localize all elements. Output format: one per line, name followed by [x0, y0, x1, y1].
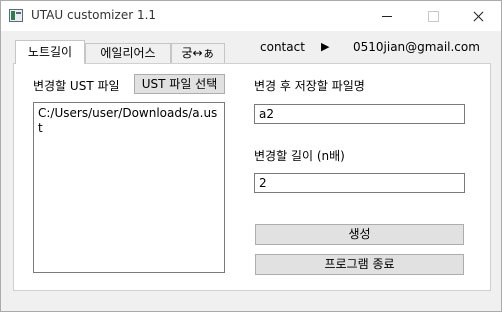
select-ust-button[interactable]: UST 파일 선택	[134, 74, 225, 94]
tab-alias[interactable]: 에일리어스	[85, 43, 171, 63]
maximize-icon[interactable]	[410, 1, 456, 31]
ust-path-textarea[interactable]: C:/Users/user/Downloads/a.ust	[33, 102, 225, 273]
generate-button[interactable]: 생성	[255, 224, 464, 245]
play-arrow-icon: ▶	[321, 40, 330, 53]
contact-email: 0510jian@gmail.com	[353, 40, 480, 54]
ust-file-label: 변경할 UST 파일	[33, 79, 120, 93]
window-title: UTAU customizer 1.1	[31, 8, 157, 22]
title-bar[interactable]: UTAU customizer 1.1	[1, 1, 501, 31]
save-filename-input[interactable]: a2	[254, 104, 465, 124]
tab-kana-convert[interactable]: 궁↔ぁ	[171, 43, 225, 63]
contact-label: contact	[260, 40, 305, 54]
app-icon	[9, 9, 23, 22]
close-icon[interactable]	[455, 1, 501, 31]
minimize-icon[interactable]	[364, 1, 410, 31]
exit-program-button[interactable]: 프로그램 종료	[255, 254, 464, 275]
tab-note-length[interactable]: 노트길이	[15, 40, 85, 64]
length-multiplier-label: 변경할 길이 (n배)	[254, 149, 345, 163]
length-multiplier-input[interactable]: 2	[254, 173, 465, 193]
app-window: UTAU customizer 1.1 노트길이 에일리어스 궁↔ぁ conta…	[0, 0, 502, 312]
save-filename-label: 변경 후 저장할 파일명	[254, 79, 365, 93]
